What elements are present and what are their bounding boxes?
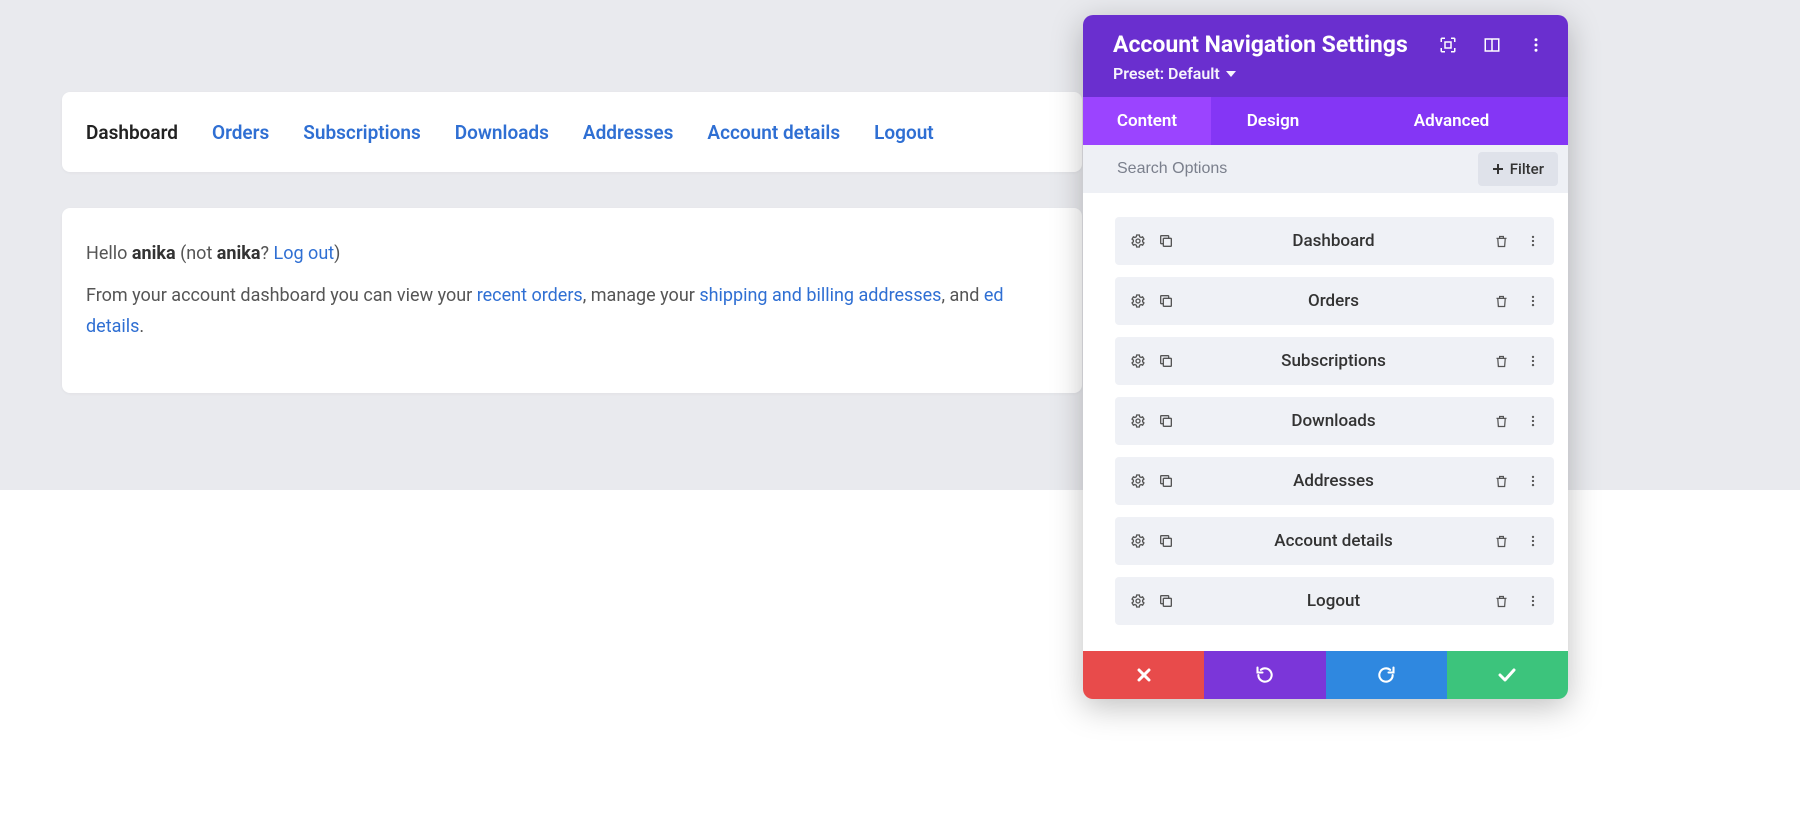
snap-icon[interactable] (1482, 35, 1502, 55)
gear-icon[interactable] (1129, 472, 1147, 490)
nav-item-label: Orders (1175, 291, 1492, 311)
more-vertical-icon[interactable] (1524, 592, 1542, 610)
edit-details-link-part1[interactable]: ed (984, 285, 1004, 306)
desc-text-end: . (139, 316, 144, 337)
edit-details-link-part2[interactable]: details (86, 316, 139, 337)
filter-button[interactable]: Filter (1478, 152, 1558, 186)
desc-text-1: From your account dashboard you can view… (86, 285, 477, 306)
desc-text-3: , and (941, 285, 983, 306)
nav-tab-subscriptions[interactable]: Subscriptions (303, 121, 420, 144)
nav-tab-orders[interactable]: Orders (212, 121, 269, 144)
cancel-button[interactable] (1083, 651, 1204, 699)
nav-item-label: Subscriptions (1175, 351, 1492, 371)
nav-item-row[interactable]: Logout (1115, 577, 1554, 625)
account-nav-card: Dashboard Orders Subscriptions Downloads… (62, 92, 1082, 172)
trash-icon[interactable] (1492, 592, 1510, 610)
duplicate-icon[interactable] (1157, 232, 1175, 250)
nav-item-row[interactable]: Subscriptions (1115, 337, 1554, 385)
greeting-username: anika (132, 243, 176, 264)
gear-icon[interactable] (1129, 232, 1147, 250)
duplicate-icon[interactable] (1157, 292, 1175, 310)
panel-tab-advanced[interactable]: Advanced (1335, 97, 1568, 145)
duplicate-icon[interactable] (1157, 352, 1175, 370)
nav-item-row[interactable]: Downloads (1115, 397, 1554, 445)
search-row: Filter (1083, 145, 1568, 193)
account-nav-tabs: Dashboard Orders Subscriptions Downloads… (86, 121, 934, 144)
more-vertical-icon[interactable] (1526, 35, 1546, 55)
redo-button[interactable] (1326, 651, 1447, 699)
greeting-question: ? (261, 243, 274, 264)
shipping-billing-link[interactable]: shipping and billing addresses (699, 285, 941, 306)
duplicate-icon[interactable] (1157, 532, 1175, 550)
nav-item-label: Account details (1175, 531, 1492, 551)
duplicate-icon[interactable] (1157, 592, 1175, 610)
nav-tab-account-details[interactable]: Account details (707, 121, 840, 144)
duplicate-icon[interactable] (1157, 472, 1175, 490)
more-vertical-icon[interactable] (1524, 292, 1542, 310)
settings-panel: Account Navigation Settings Preset: Defa… (1083, 15, 1568, 699)
duplicate-icon[interactable] (1157, 412, 1175, 430)
more-vertical-icon[interactable] (1524, 352, 1542, 370)
filter-label: Filter (1510, 160, 1544, 178)
greeting-line: Hello anika (not anika? Log out) (86, 238, 1058, 270)
nav-item-row[interactable]: Dashboard (1115, 217, 1554, 265)
nav-item-row[interactable]: Addresses (1115, 457, 1554, 505)
dashboard-description: From your account dashboard you can view… (86, 280, 1058, 343)
more-vertical-icon[interactable] (1524, 472, 1542, 490)
caret-down-icon (1226, 71, 1236, 77)
nav-item-label: Addresses (1175, 471, 1492, 491)
greeting-not-name: anika (217, 243, 261, 264)
nav-item-label: Logout (1175, 591, 1492, 611)
greeting-hello: Hello (86, 243, 132, 264)
nav-tab-downloads[interactable]: Downloads (455, 121, 549, 144)
nav-item-row[interactable]: Account details (1115, 517, 1554, 565)
undo-button[interactable] (1204, 651, 1325, 699)
panel-footer (1083, 651, 1568, 699)
gear-icon[interactable] (1129, 532, 1147, 550)
greeting-close: ) (334, 243, 340, 264)
trash-icon[interactable] (1492, 232, 1510, 250)
nav-item-label: Downloads (1175, 411, 1492, 431)
panel-tab-design[interactable]: Design (1211, 97, 1335, 145)
more-vertical-icon[interactable] (1524, 532, 1542, 550)
greeting-not-prefix: (not (176, 243, 217, 264)
preset-dropdown[interactable]: Preset: Default (1113, 64, 1546, 83)
panel-header: Account Navigation Settings Preset: Defa… (1083, 15, 1568, 97)
trash-icon[interactable] (1492, 532, 1510, 550)
trash-icon[interactable] (1492, 352, 1510, 370)
dashboard-content-card: Hello anika (not anika? Log out) From yo… (62, 208, 1082, 393)
nav-tab-addresses[interactable]: Addresses (583, 121, 674, 144)
nav-item-label: Dashboard (1175, 231, 1492, 251)
trash-icon[interactable] (1492, 412, 1510, 430)
recent-orders-link[interactable]: recent orders (477, 285, 583, 306)
logout-link[interactable]: Log out (274, 243, 335, 264)
preset-label: Preset: Default (1113, 64, 1220, 83)
gear-icon[interactable] (1129, 292, 1147, 310)
gear-icon[interactable] (1129, 352, 1147, 370)
panel-tabs: Content Design Advanced (1083, 97, 1568, 145)
gear-icon[interactable] (1129, 412, 1147, 430)
nav-item-row[interactable]: Orders (1115, 277, 1554, 325)
confirm-button[interactable] (1447, 651, 1568, 699)
more-vertical-icon[interactable] (1524, 232, 1542, 250)
nav-tab-logout[interactable]: Logout (874, 121, 934, 144)
gear-icon[interactable] (1129, 592, 1147, 610)
desc-text-2: , manage your (583, 285, 700, 306)
panel-title: Account Navigation Settings (1113, 31, 1414, 58)
panel-tab-content[interactable]: Content (1083, 97, 1211, 145)
expand-icon[interactable] (1438, 35, 1458, 55)
more-vertical-icon[interactable] (1524, 412, 1542, 430)
plus-icon (1492, 163, 1504, 175)
nav-items-list[interactable]: Dashboard Orders Subscriptions Downloads Add… (1083, 193, 1568, 651)
search-options-input[interactable] (1083, 160, 1478, 178)
nav-tab-dashboard[interactable]: Dashboard (86, 121, 178, 144)
trash-icon[interactable] (1492, 472, 1510, 490)
trash-icon[interactable] (1492, 292, 1510, 310)
